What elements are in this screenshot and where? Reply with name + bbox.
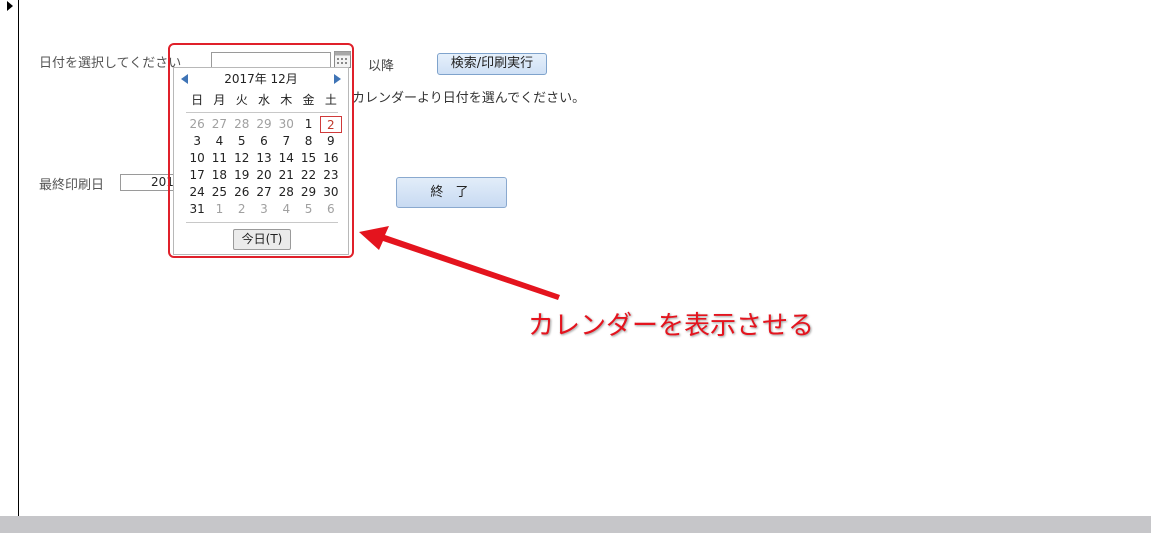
hint-text: カレンダーより日付を選んでください。 xyxy=(352,91,586,106)
annotation-arrow-icon xyxy=(359,226,560,300)
search-print-button[interactable]: 検索/印刷実行 xyxy=(437,53,547,75)
date-label: 日付を選択してください xyxy=(39,56,182,71)
after-label: 以降 xyxy=(368,59,395,74)
annotation-text: カレンダーを表示させる xyxy=(528,311,815,341)
last-print-label: 最終印刷日 xyxy=(39,178,105,193)
row-marker-icon xyxy=(7,1,13,11)
annotation-highlight-box xyxy=(168,43,354,258)
left-border xyxy=(18,0,19,516)
exit-button[interactable]: 終 了 xyxy=(396,177,507,208)
bottom-scrollbar[interactable] xyxy=(0,516,1151,533)
